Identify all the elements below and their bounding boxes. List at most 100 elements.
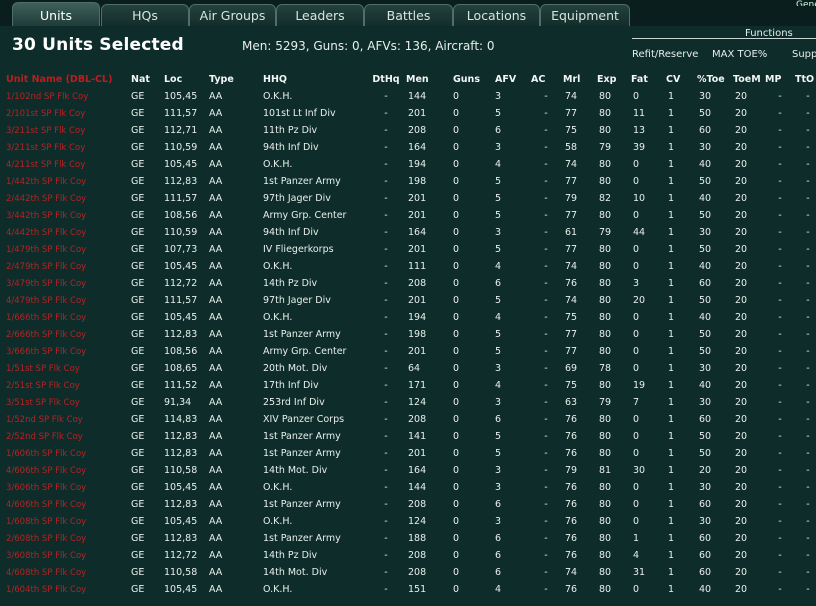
table-row[interactable]: 4/479th SP Flk Coy GE 111,57 AA 97th Jager D… xyxy=(0,292,816,309)
table-row[interactable]: 2/101st SP Flk Coy GE 111,57 AA 101st Lt Inf… xyxy=(0,105,816,122)
table-row[interactable]: 1/606th SP Flk Coy GE 112,83 AA 1st Panzer A… xyxy=(0,445,816,462)
table-row[interactable]: 3/606th SP Flk Coy GE 105,45 AA O.K.H. - 144 0 3… xyxy=(0,479,816,496)
cell-mp: - xyxy=(778,108,782,119)
tab-air-groups[interactable]: Air Groups xyxy=(189,4,276,26)
column-header-pct-toe[interactable]: %Toe xyxy=(697,70,733,88)
cell-unit-name[interactable]: 2/479th SP Flk Coy xyxy=(0,258,131,275)
cell-unit-name[interactable]: 3/51st SP Flk Coy xyxy=(0,394,131,411)
cell-mrl: 76 xyxy=(565,584,578,595)
cell-mp: - xyxy=(778,499,782,510)
column-header-tto[interactable]: TtO xyxy=(795,70,816,88)
cell-unit-name[interactable]: 4/479th SP Flk Coy xyxy=(0,292,131,309)
table-row[interactable]: 3/666th SP Flk Coy GE 108,56 AA Army Grp. Ce… xyxy=(0,343,816,360)
tab-battles[interactable]: Battles xyxy=(364,4,453,26)
column-header-mp[interactable]: MP xyxy=(765,70,795,88)
cell-unit-name[interactable]: 3/608th SP Flk Coy xyxy=(0,547,131,564)
cell-guns: 0 xyxy=(453,176,460,187)
table-row[interactable]: 2/52nd SP Flk Coy GE 112,83 AA 1st Panzer Ar… xyxy=(0,428,816,445)
column-header-guns[interactable]: Guns xyxy=(451,70,493,88)
cell-men: 208 xyxy=(408,414,427,425)
cell-unit-name[interactable]: 1/666th SP Flk Coy xyxy=(0,309,131,326)
column-header-men[interactable]: Men xyxy=(406,70,451,88)
cell-ac: - xyxy=(544,380,548,391)
cell-cv: 1 xyxy=(668,159,675,170)
cell-guns: 0 xyxy=(453,227,460,238)
cell-unit-name[interactable]: 1/51st SP Flk Coy xyxy=(0,360,131,377)
table-row[interactable]: 1/102nd SP Flk Coy GE 105,45 AA O.K.H. - 144 0 3… xyxy=(0,88,816,105)
table-row[interactable]: 3/211st SP Flk Coy GE 112,71 AA 11th Pz Div -… xyxy=(0,122,816,139)
tab-units[interactable]: Units xyxy=(12,2,100,27)
cell-unit-name[interactable]: 1/604th SP Flk Coy xyxy=(0,581,131,598)
cell-unit-name[interactable]: 2/101st SP Flk Coy xyxy=(0,105,131,122)
cell-unit-name[interactable]: 3/442th SP Flk Coy xyxy=(0,207,131,224)
max-toe-button[interactable]: MAX TOE% xyxy=(712,49,767,60)
cell-unit-name[interactable]: 2/52nd SP Flk Coy xyxy=(0,428,131,445)
cell-fat: 30 xyxy=(633,465,646,476)
table-row[interactable]: 2/442th SP Flk Coy GE 111,57 AA 97th Jager D… xyxy=(0,190,816,207)
column-header-type[interactable]: Type xyxy=(209,70,261,88)
column-header-loc[interactable]: Loc xyxy=(162,70,209,88)
cell-unit-name[interactable]: 2/442th SP Flk Coy xyxy=(0,190,131,207)
table-row[interactable]: 1/666th SP Flk Coy GE 105,45 AA O.K.H. - 194 0 4… xyxy=(0,309,816,326)
table-row[interactable]: 1/608th SP Flk Coy GE 105,45 AA O.K.H. - 124 0 3… xyxy=(0,513,816,530)
table-row[interactable]: 3/211st SP Flk Coy GE 110,59 AA 94th Inf Div… xyxy=(0,139,816,156)
table-row[interactable]: 4/211st SP Flk Coy GE 105,45 AA O.K.H. - 194 0 4… xyxy=(0,156,816,173)
table-row[interactable]: 1/604th SP Flk Coy GE 105,45 AA O.K.H. - 151 0 4… xyxy=(0,581,816,598)
cell-hhq: 94th Inf Div xyxy=(263,227,319,238)
cell-unit-name[interactable]: 1/52nd SP Flk Coy xyxy=(0,411,131,428)
cell-unit-name[interactable]: 4/608th SP Flk Coy xyxy=(0,564,131,581)
column-header-dthq[interactable]: DtHq xyxy=(366,70,406,88)
table-row[interactable]: 4/608th SP Flk Coy GE 110,58 AA 14th Mot. Di… xyxy=(0,564,816,581)
cell-unit-name[interactable]: 3/211st SP Flk Coy xyxy=(0,122,131,139)
table-row[interactable]: 2/51st SP Flk Coy GE 111,52 AA 17th Inf Div -… xyxy=(0,377,816,394)
cell-unit-name[interactable]: 4/606th SP Flk Coy xyxy=(0,462,131,479)
table-row[interactable]: 4/606th SP Flk Coy GE 112,83 AA 1st Panzer A… xyxy=(0,496,816,513)
cell-unit-name[interactable]: 3/606th SP Flk Coy xyxy=(0,479,131,496)
cell-unit-name[interactable]: 2/666th SP Flk Coy xyxy=(0,326,131,343)
cell-unit-name[interactable]: 1/102nd SP Flk Coy xyxy=(0,88,131,105)
cell-unit-name[interactable]: 1/606th SP Flk Coy xyxy=(0,445,131,462)
cell-unit-name[interactable]: 1/608th SP Flk Coy xyxy=(0,513,131,530)
cell-unit-name[interactable]: 2/51st SP Flk Coy xyxy=(0,377,131,394)
table-row[interactable]: 4/606th SP Flk Coy GE 110,58 AA 14th Mot. Di… xyxy=(0,462,816,479)
table-row[interactable]: 2/666th SP Flk Coy GE 112,83 AA 1st Panzer A… xyxy=(0,326,816,343)
tab-leaders[interactable]: Leaders xyxy=(276,4,364,26)
cell-cv: 1 xyxy=(668,227,675,238)
cell-unit-name[interactable]: 3/211st SP Flk Coy xyxy=(0,139,131,156)
cell-unit-name[interactable]: 1/442th SP Flk Coy xyxy=(0,173,131,190)
column-header-afv[interactable]: AFV xyxy=(493,70,529,88)
tab-equipment[interactable]: Equipment xyxy=(540,4,630,26)
tab-locations[interactable]: Locations xyxy=(453,4,540,26)
column-header-fat[interactable]: Fat xyxy=(631,70,666,88)
cell-unit-name[interactable]: 4/442th SP Flk Coy xyxy=(0,224,131,241)
column-header-nat[interactable]: Nat xyxy=(131,70,162,88)
refit-reserve-button[interactable]: Refit/Reserve xyxy=(632,49,698,60)
table-row[interactable]: 1/52nd SP Flk Coy GE 114,83 AA XIV Panzer Co… xyxy=(0,411,816,428)
cell-unit-name[interactable]: 2/608th SP Flk Coy xyxy=(0,530,131,547)
column-header-mrl[interactable]: Mrl xyxy=(563,70,597,88)
supply-button[interactable]: Supp xyxy=(792,49,816,60)
table-row[interactable]: 2/479th SP Flk Coy GE 105,45 AA O.K.H. - 111 0 4… xyxy=(0,258,816,275)
table-row[interactable]: 3/608th SP Flk Coy GE 112,72 AA 14th Pz Div -… xyxy=(0,547,816,564)
column-header-unit-name[interactable]: Unit Name (DBL-CL) xyxy=(0,70,131,88)
cell-unit-name[interactable]: 1/479th SP Flk Coy xyxy=(0,241,131,258)
table-row[interactable]: 2/608th SP Flk Coy GE 112,83 AA 1st Panzer A… xyxy=(0,530,816,547)
column-header-exp[interactable]: Exp xyxy=(597,70,631,88)
table-row[interactable]: 1/479th SP Flk Coy GE 107,73 AA IV Fliegerko… xyxy=(0,241,816,258)
column-header-ac[interactable]: AC xyxy=(529,70,563,88)
cell-afv: 5 xyxy=(495,244,502,255)
table-row[interactable]: 3/51st SP Flk Coy GE 91,34 AA 253rd Inf Div -… xyxy=(0,394,816,411)
tab-hqs[interactable]: HQs xyxy=(101,4,189,26)
column-header-toem[interactable]: ToeM xyxy=(733,70,765,88)
cell-unit-name[interactable]: 3/479th SP Flk Coy xyxy=(0,275,131,292)
cell-unit-name[interactable]: 3/666th SP Flk Coy xyxy=(0,343,131,360)
table-row[interactable]: 4/442th SP Flk Coy GE 110,59 AA 94th Inf Div… xyxy=(0,224,816,241)
table-row[interactable]: 1/442th SP Flk Coy GE 112,83 AA 1st Panzer A… xyxy=(0,173,816,190)
column-header-hhq[interactable]: HHQ xyxy=(261,70,366,88)
table-row[interactable]: 1/51st SP Flk Coy GE 108,65 AA 20th Mot. Div… xyxy=(0,360,816,377)
cell-unit-name[interactable]: 4/211st SP Flk Coy xyxy=(0,156,131,173)
table-row[interactable]: 3/479th SP Flk Coy GE 112,72 AA 14th Pz Div -… xyxy=(0,275,816,292)
cell-unit-name[interactable]: 4/606th SP Flk Coy xyxy=(0,496,131,513)
column-header-cv[interactable]: CV xyxy=(666,70,697,88)
table-row[interactable]: 3/442th SP Flk Coy GE 108,56 AA Army Grp. Ce… xyxy=(0,207,816,224)
